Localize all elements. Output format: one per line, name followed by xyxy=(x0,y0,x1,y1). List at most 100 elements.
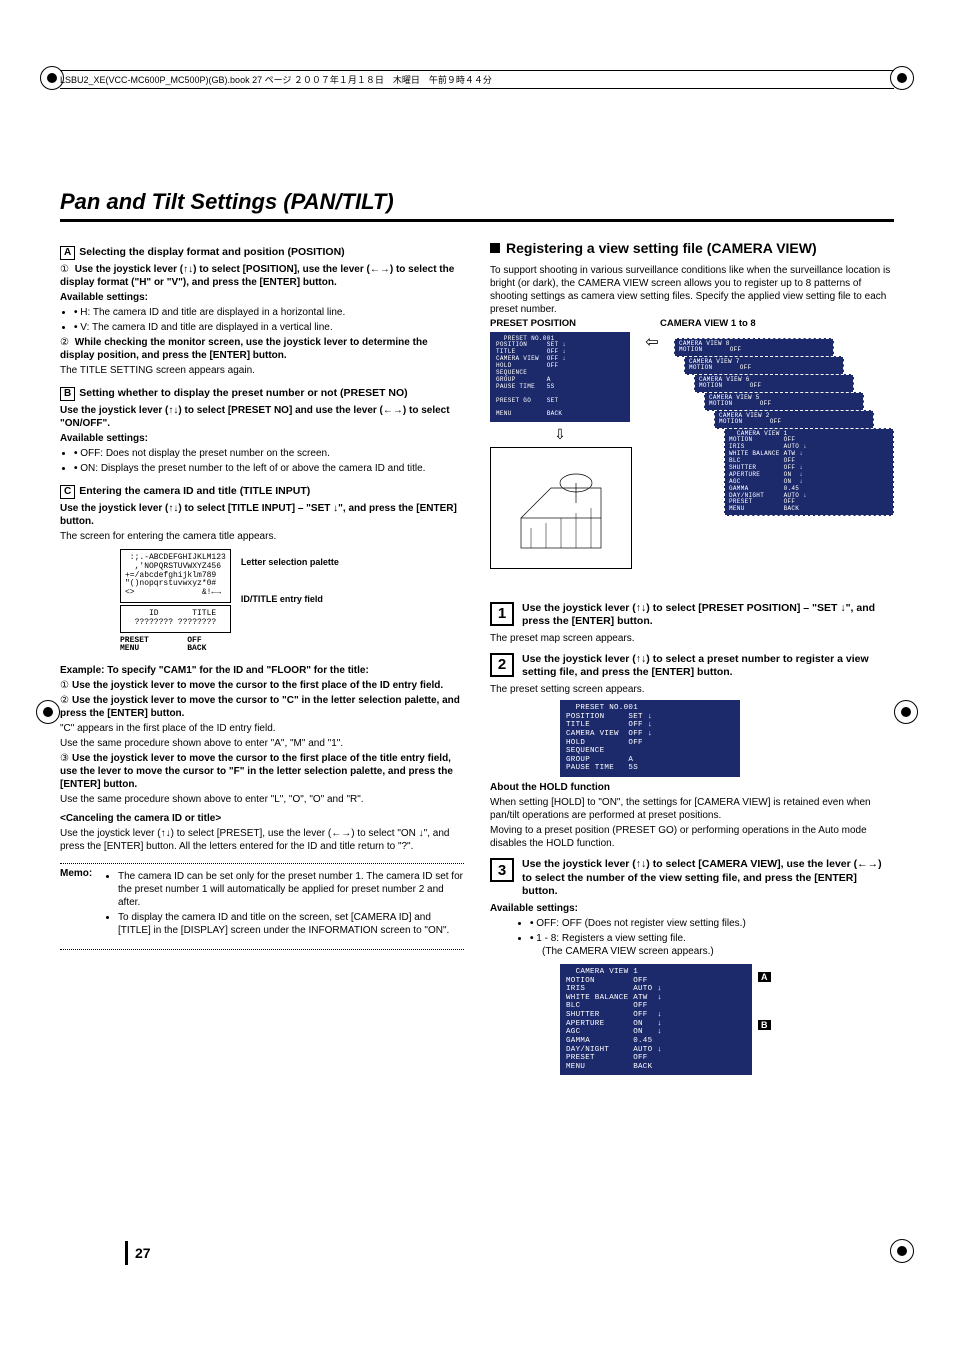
step-2-row: 2 Use the joystick lever (↑↓) to select … xyxy=(490,653,894,680)
option-v: • V: The camera ID and title are display… xyxy=(74,321,464,334)
option-on: • ON: Displays the preset number to the … xyxy=(74,462,464,475)
example-step3: ③Use the joystick lever to move the curs… xyxy=(60,752,464,791)
step-3-row: 3 Use the joystick lever (↑↓) to select … xyxy=(490,858,894,899)
down-arrow-icon: ⇩ xyxy=(490,426,630,443)
step-1-after: The preset map screen appears. xyxy=(490,632,894,645)
palette-label-2: ID/TITLE entry field xyxy=(241,594,339,605)
section-b-title: Setting whether to display the preset nu… xyxy=(79,387,407,399)
section-c-line2: The screen for entering the camera title… xyxy=(60,530,464,543)
example-step2c: Use the same procedure shown above to en… xyxy=(60,737,464,750)
book-header-line: LSBU2_XE(VCC-MC600P_MC500P)(GB).book 27 … xyxy=(60,70,894,89)
step-marker-2: ② xyxy=(60,336,69,349)
square-bullet-icon xyxy=(490,243,500,253)
example-step1: ①Use the joystick lever to move the curs… xyxy=(60,679,464,692)
camera-view-stack: CAMERA VIEW 8 MOTION OFF CAMERA VIEW 7 M… xyxy=(674,338,894,588)
memo-body: The camera ID can be set only for the pr… xyxy=(106,868,464,939)
preset-menu-row: PRESET OFF MENU BACK xyxy=(120,637,231,655)
osd-header-right: CAMERA VIEW 1 to 8 xyxy=(660,318,756,329)
print-target-icon xyxy=(36,700,60,724)
section-a-step1: ① Use the joystick lever (↑↓) to select … xyxy=(60,263,464,289)
palette-panel: :;.-ABCDEFGHIJKLM123 ,'NOPQRSTUVWXYZ456 … xyxy=(120,549,231,654)
page-number: 27 xyxy=(135,1245,151,1261)
available-settings-label-b: Available settings: xyxy=(60,432,464,445)
memo-separator-top xyxy=(60,863,464,864)
callout-b-label: B xyxy=(758,1020,771,1030)
page: LSBU2_XE(VCC-MC600P_MC500P)(GB).book 27 … xyxy=(0,0,954,1351)
memo-label: Memo: xyxy=(60,868,106,939)
section-a-title: Selecting the display format and positio… xyxy=(79,246,344,258)
example-step2: ②Use the joystick lever to move the curs… xyxy=(60,694,464,720)
step-3-avail: Available settings: xyxy=(490,902,894,915)
section-b-label: B xyxy=(60,387,75,401)
step-3-off: • OFF: OFF (Does not register view setti… xyxy=(530,917,894,930)
step-2-osd: PRESET NO.001 POSITION SET ↓ TITLE OFF ↓… xyxy=(560,700,740,777)
step-3-number: 3 xyxy=(490,858,514,882)
book-header-text: LSBU2_XE(VCC-MC600P_MC500P)(GB).book 27 … xyxy=(60,75,492,85)
memo-item-2: To display the camera ID and title on th… xyxy=(118,911,464,937)
step-2-after: The preset setting screen appears. xyxy=(490,683,894,696)
left-osd-stack: PRESET NO.001 POSITION SET ↓ TITLE OFF ↓… xyxy=(490,332,630,570)
palette-label-1: Letter selection palette xyxy=(241,557,339,568)
letter-palette-box: :;.-ABCDEFGHIJKLM123 ,'NOPQRSTUVWXYZ456 … xyxy=(120,549,231,603)
cancel-heading: <Canceling the camera ID or title> xyxy=(60,812,464,825)
memo-item-1: The camera ID can be set only for the pr… xyxy=(118,870,464,909)
osd-headers: PRESET POSITION CAMERA VIEW 1 to 8 xyxy=(490,318,894,329)
section-c-heading: C Entering the camera ID and title (TITL… xyxy=(60,485,464,499)
step-3-options: • OFF: OFF (Does not register view setti… xyxy=(530,917,894,958)
section-a-step2-after: The TITLE SETTING screen appears again. xyxy=(60,364,464,377)
step-marker-1: ① xyxy=(60,263,69,276)
memo-block: Memo: The camera ID can be set only for … xyxy=(60,868,464,939)
section-c-line1: Use the joystick lever (↑↓) to select [T… xyxy=(60,502,464,528)
preset-no-options: • OFF: Does not display the preset numbe… xyxy=(74,447,464,475)
title-input-diagram: :;.-ABCDEFGHIJKLM123 ,'NOPQRSTUVWXYZ456 … xyxy=(120,549,464,654)
hold-text-1: When setting [HOLD] to "ON", the setting… xyxy=(490,796,894,822)
example-step3b: Use the same procedure shown above to en… xyxy=(60,793,464,806)
stack-cv6: CAMERA VIEW 6 MOTION OFF xyxy=(694,374,854,394)
memo-separator-bottom xyxy=(60,949,464,950)
camera-view-intro: To support shooting in various surveilla… xyxy=(490,264,894,316)
camera-line-art-icon xyxy=(501,458,621,558)
hold-heading: About the HOLD function xyxy=(490,781,894,794)
step-1-text: Use the joystick lever (↑↓) to select [P… xyxy=(522,602,894,629)
callout-a-label: A xyxy=(758,972,771,982)
stack-cv8: CAMERA VIEW 8 MOTION OFF xyxy=(674,338,834,358)
two-column-layout: A Selecting the display format and posit… xyxy=(60,240,894,1075)
step-1-row: 1 Use the joystick lever (↑↓) to select … xyxy=(490,602,894,629)
step-3-oneeight: • 1 - 8: Registers a view setting file. … xyxy=(530,932,894,958)
step-1-number: 1 xyxy=(490,602,514,626)
option-off: • OFF: Does not display the preset numbe… xyxy=(74,447,464,460)
right-column: Registering a view setting file (CAMERA … xyxy=(490,240,894,1075)
preset-position-osd: PRESET NO.001 POSITION SET ↓ TITLE OFF ↓… xyxy=(490,332,630,423)
stack-cv5: CAMERA VIEW 5 MOTION OFF xyxy=(704,392,864,412)
left-arrow-icon: ⇦ xyxy=(642,332,662,352)
step-3-osd-wrap: CAMERA VIEW 1 MOTION OFF IRIS AUTO ↓ WHI… xyxy=(560,964,894,1076)
print-target-icon xyxy=(894,700,918,724)
page-title: Pan and Tilt Settings (PAN/TILT) xyxy=(60,189,894,222)
stack-cv7: CAMERA VIEW 7 MOTION OFF xyxy=(684,356,844,376)
hold-text-2: Moving to a preset position (PRESET GO) … xyxy=(490,824,894,850)
palette-labels: Letter selection palette ID/TITLE entry … xyxy=(241,549,339,605)
step-3-text: Use the joystick lever (↑↓) to select [C… xyxy=(522,858,894,899)
section-c-label: C xyxy=(60,485,75,499)
option-h: • H: The camera ID and title are display… xyxy=(74,306,464,319)
section-a-step2: ② While checking the monitor screen, use… xyxy=(60,336,464,362)
available-settings-label: Available settings: xyxy=(60,291,464,304)
cancel-body: Use the joystick lever (↑↓) to select [P… xyxy=(60,827,464,853)
section-c-title: Entering the camera ID and title (TITLE … xyxy=(79,485,310,497)
step-2-number: 2 xyxy=(490,653,514,677)
step-3-side-labels: A B xyxy=(758,964,771,1030)
id-title-entry-box: ID TITLE ???????? ???????? xyxy=(120,605,231,633)
example-heading: Example: To specify "CAM1" for the ID an… xyxy=(60,664,464,677)
left-column: A Selecting the display format and posit… xyxy=(60,240,464,1075)
step-3-osd: CAMERA VIEW 1 MOTION OFF IRIS AUTO ↓ WHI… xyxy=(560,964,752,1076)
print-target-icon xyxy=(890,1239,914,1263)
section-a-label: A xyxy=(60,246,75,260)
step-2-osd-wrap: PRESET NO.001 POSITION SET ↓ TITLE OFF ↓… xyxy=(560,700,740,777)
stack-cv1-full: CAMERA VIEW 1 MOTION OFF IRIS AUTO ↓ WHI… xyxy=(724,428,894,517)
example-step2b: "C" appears in the first place of the ID… xyxy=(60,722,464,735)
format-options-list: • H: The camera ID and title are display… xyxy=(74,306,464,334)
camera-view-subtitle: Registering a view setting file (CAMERA … xyxy=(490,240,894,258)
step-2-text: Use the joystick lever (↑↓) to select a … xyxy=(522,653,894,680)
osd-header-left: PRESET POSITION xyxy=(490,318,630,329)
section-a-heading: A Selecting the display format and posit… xyxy=(60,246,464,260)
